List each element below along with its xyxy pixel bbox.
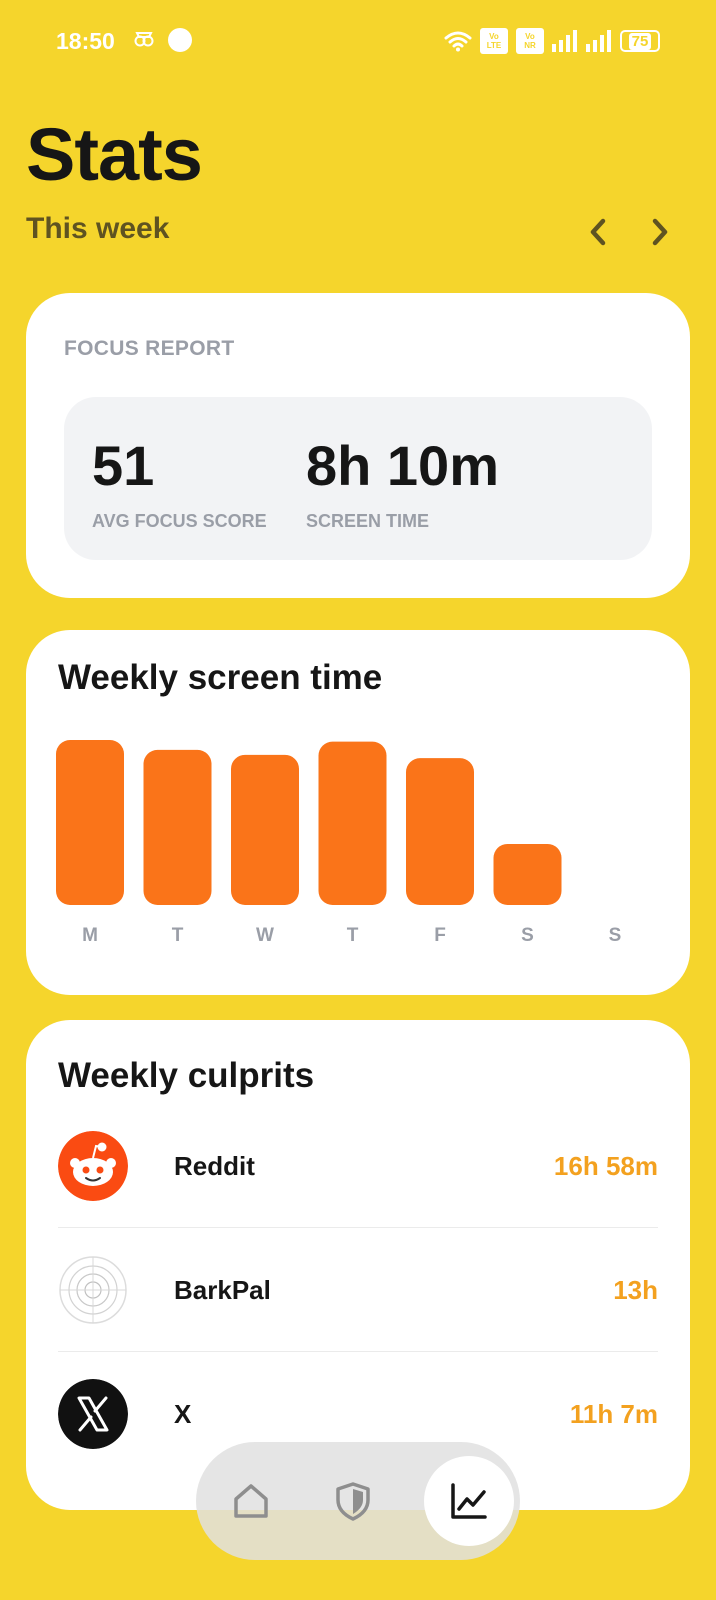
avg-focus-score-label: AVG FOCUS SCORE (92, 511, 267, 531)
battery-level: 75 (628, 32, 652, 50)
sim1-volte-badge: Vo LTE (480, 28, 508, 54)
next-week-button[interactable] (640, 212, 680, 252)
day-label-4: F (434, 925, 446, 946)
weekly-screen-time-card: Weekly screen time MTWTFSS (26, 630, 690, 995)
signal-icon (552, 30, 577, 52)
day-label-3: T (347, 925, 359, 946)
culprit-row-barkpal[interactable]: BarkPal 13h (58, 1228, 658, 1352)
nav-stats-button[interactable] (424, 1456, 514, 1546)
bottom-navigation (196, 1442, 520, 1560)
bar-3 (318, 741, 387, 905)
culprit-row-reddit[interactable]: Reddit 16h 58m (58, 1104, 658, 1228)
day-label-1: T (172, 925, 184, 946)
weekly-culprits-card: Weekly culprits Reddit 16h 58m BarkPal 1… (26, 1020, 690, 1510)
x-icon (58, 1379, 128, 1449)
day-label-5: S (521, 925, 534, 946)
period-label: This week (26, 212, 170, 245)
chart-icon (451, 1483, 487, 1519)
day-label-0: M (82, 925, 98, 946)
culprit-app-time: 11h 7m (569, 1399, 658, 1429)
screen-time-label: SCREEN TIME (306, 511, 430, 531)
signal-icon (586, 30, 611, 52)
previous-week-button[interactable] (578, 212, 618, 252)
focus-metrics-panel: 51 AVG FOCUS SCORE 8h 10m SCREEN TIME (64, 397, 652, 560)
home-icon (234, 1484, 268, 1518)
day-label-6: S (609, 925, 622, 946)
bar-0 (56, 740, 124, 905)
chevron-left-icon (590, 218, 606, 246)
nav-home-button[interactable] (206, 1456, 296, 1546)
bar-1 (143, 749, 212, 905)
day-label-2: W (256, 925, 274, 946)
reddit-icon (58, 1131, 128, 1201)
chevron-right-icon (652, 218, 668, 246)
nav-shield-button[interactable] (308, 1456, 398, 1546)
avg-focus-score-metric: 51 AVG FOCUS SCORE (92, 435, 267, 532)
shield-icon (336, 1482, 370, 1521)
culprit-app-name: X (174, 1399, 192, 1429)
screen-time-metric: 8h 10m SCREEN TIME (306, 435, 499, 532)
weekly-culprits-title: Weekly culprits (58, 1056, 315, 1095)
screen-time-value: 8h 10m (306, 434, 499, 497)
bar-4 (406, 758, 474, 905)
focus-report-card: FOCUS REPORT 51 AVG FOCUS SCORE 8h 10m S… (26, 293, 690, 598)
status-time: 18:50 (56, 28, 115, 54)
barkpal-icon (58, 1255, 128, 1325)
sim2-volte-badge: Vo NR (516, 28, 544, 54)
culprit-app-time: 16h 58m (553, 1151, 658, 1181)
bar-2 (231, 754, 299, 905)
bar-5 (493, 843, 562, 905)
focus-report-heading: FOCUS REPORT (64, 337, 235, 360)
culprit-app-time: 13h (613, 1275, 658, 1305)
recording-icon (134, 32, 154, 47)
page-title: Stats (26, 113, 203, 196)
culprit-app-name: Reddit (174, 1151, 255, 1181)
wifi-icon (444, 31, 472, 52)
weekly-screen-time-chart: MTWTFSS (56, 740, 622, 946)
battery-icon: 75 (620, 30, 660, 52)
avg-focus-score-value: 51 (92, 434, 155, 497)
culprit-app-name: BarkPal (174, 1275, 271, 1305)
status-bar: 18:50 Vo LTE Vo NR 75 (0, 0, 716, 84)
dot-icon (168, 28, 192, 52)
